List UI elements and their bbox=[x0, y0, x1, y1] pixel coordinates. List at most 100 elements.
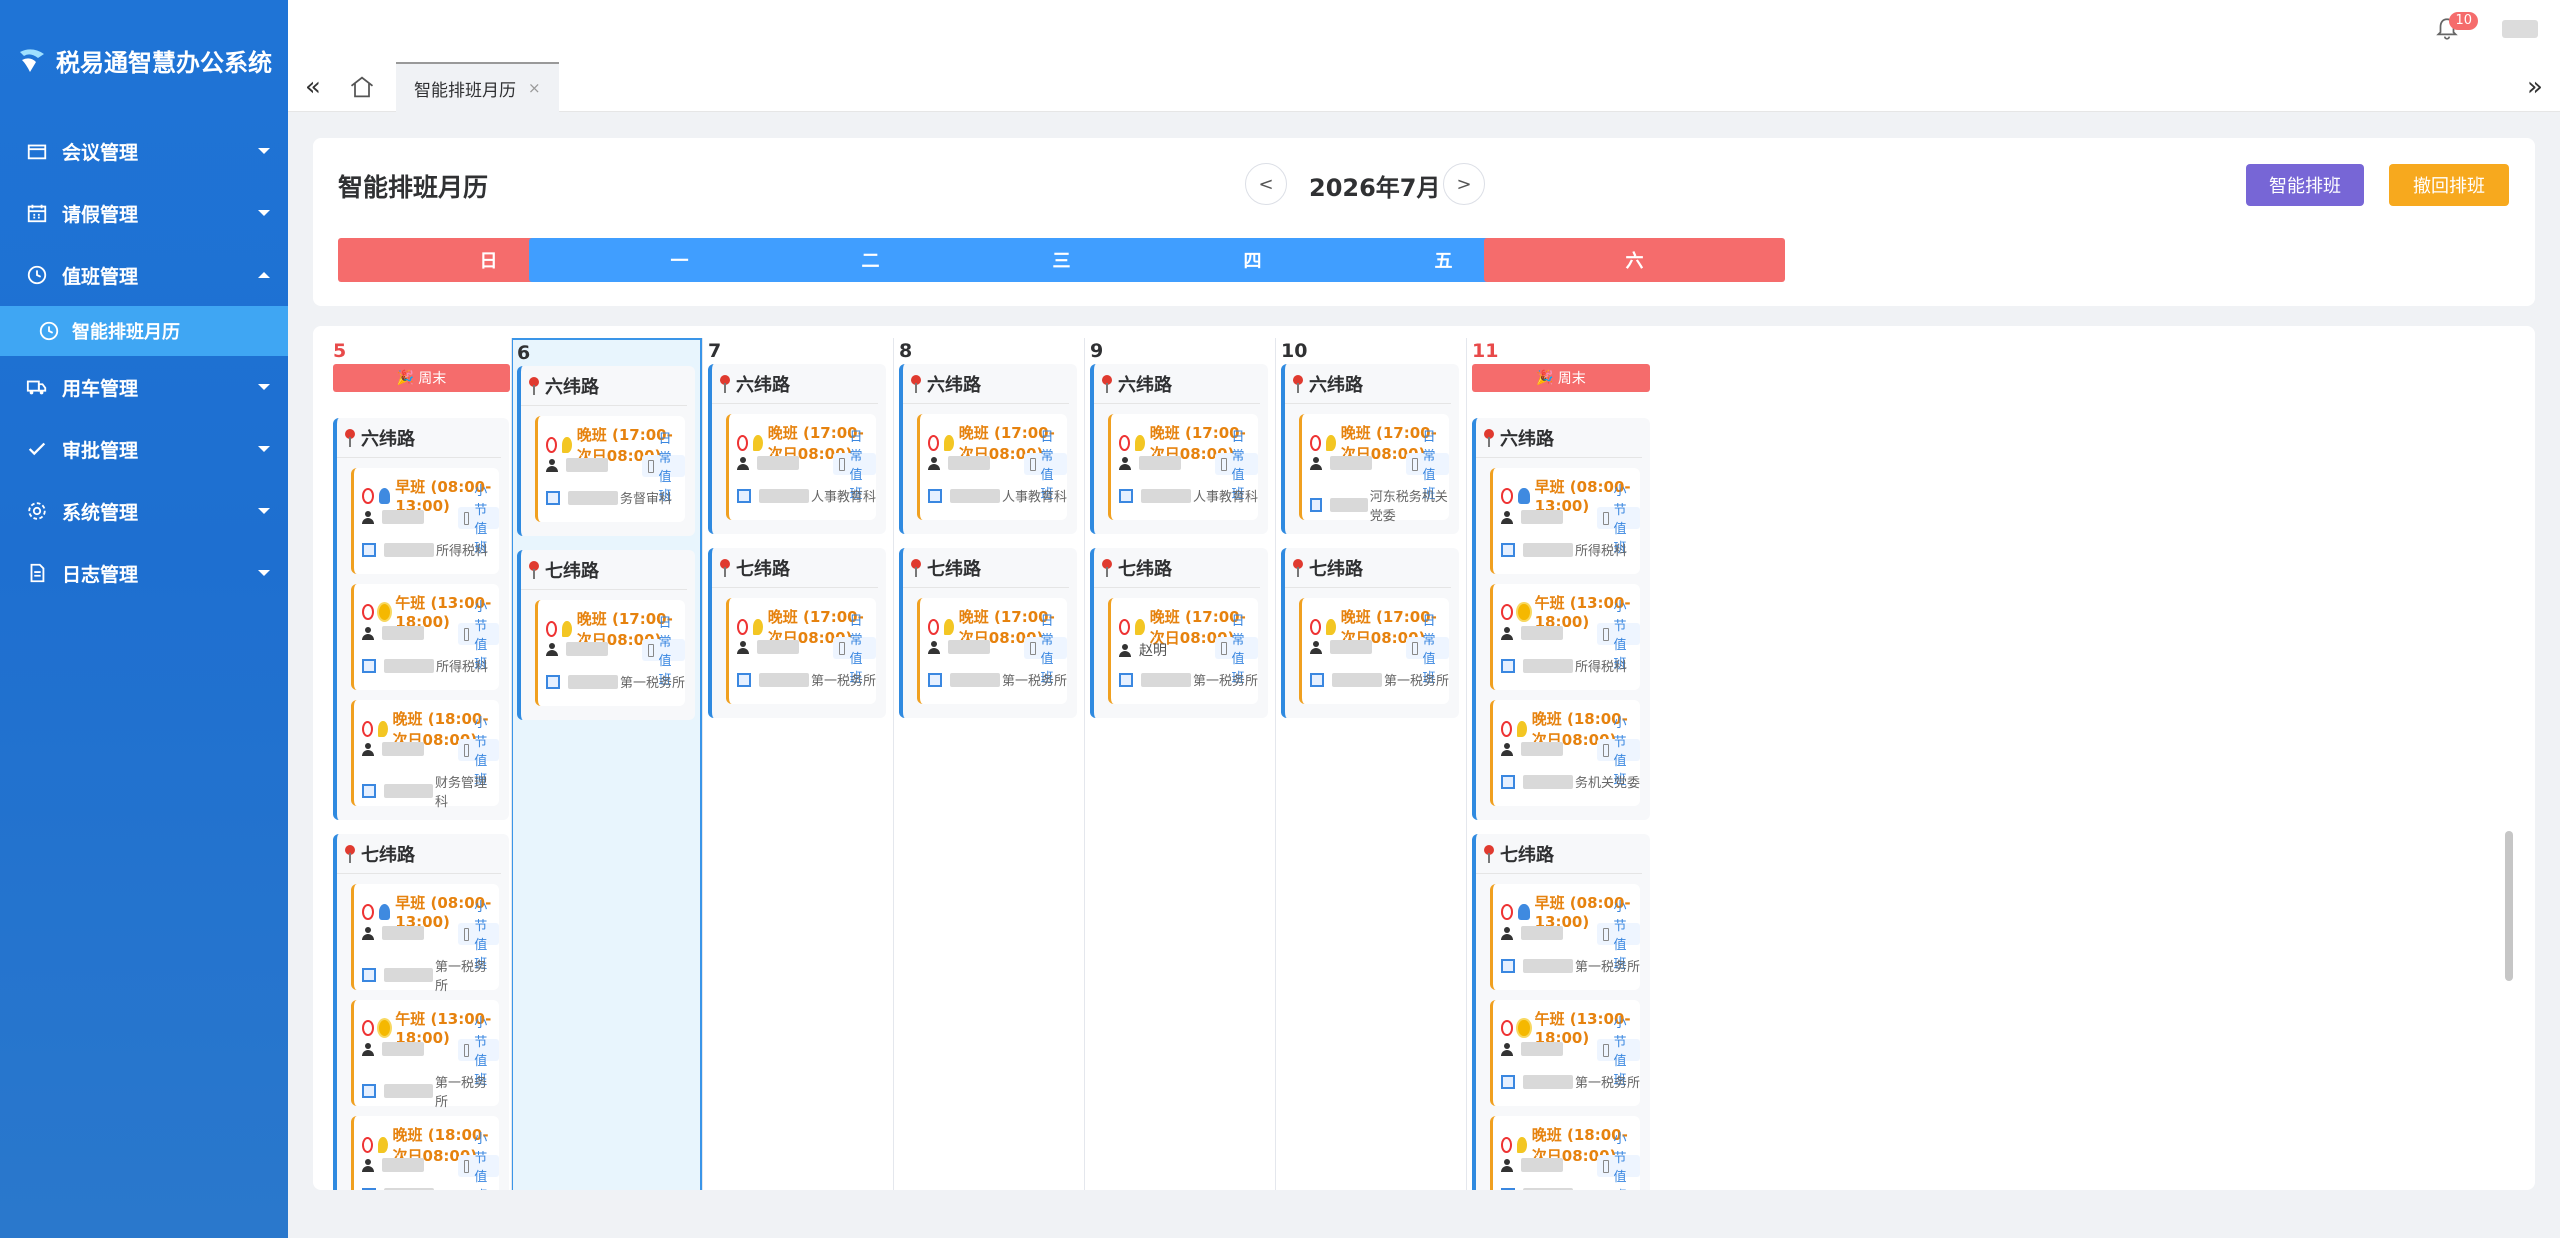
shift-card[interactable]: 晚班 (17:00-次日08:00) 日常值班 第一税务所 bbox=[726, 598, 876, 704]
sidebar-item-1[interactable]: 请假管理 bbox=[0, 182, 288, 244]
sidebar-item-6[interactable]: 日志管理 bbox=[0, 542, 288, 604]
day-cell[interactable]: 6 六纬路 晚班 (17:00-次日08:00) 日常值班 务督审科 七纬路 晚班 (17:… bbox=[511, 338, 702, 1190]
location-group: 六纬路 晚班 (17:00-次日08:00) 日常值班 人事教育科 bbox=[1090, 364, 1268, 534]
shift-card[interactable]: 晚班 (18:00-次日08:00)小节值班 bbox=[1490, 1116, 1640, 1190]
location-group: 七纬路晚班 (17:00-次日08:00) 日常值班 第一税务所 bbox=[899, 548, 1077, 718]
day-cell[interactable]: 11 🎉 周末 六纬路 早班 (08:00-13:00) 小节值班 所得税科 午班 (13:0… bbox=[1466, 338, 1666, 1190]
shift-person bbox=[546, 458, 608, 472]
redacted-text bbox=[1523, 774, 1573, 789]
shift-card[interactable]: 午班 (13:00-18:00) 小节值班 第一税务所 bbox=[1490, 1000, 1640, 1106]
alarm-clock-icon bbox=[928, 619, 940, 635]
sidebar-item-label: 用车管理 bbox=[62, 377, 139, 400]
shift-card[interactable]: 晚班 (18:00-次日08:00)小节值班 bbox=[351, 1116, 500, 1190]
shift-card[interactable]: 早班 (08:00-13:00) 小节值班 所得税科 bbox=[351, 468, 500, 574]
sidebar-item-3[interactable]: 用车管理 bbox=[0, 356, 288, 418]
sun-icon bbox=[379, 603, 391, 620]
collapse-sidebar-icon[interactable]: « bbox=[296, 70, 330, 104]
avatar[interactable] bbox=[2502, 20, 2538, 38]
document-icon bbox=[26, 562, 48, 584]
day-cell[interactable]: 9 六纬路 晚班 (17:00-次日08:00) 日常值班 人事教育科 七纬路 晚班 (17… bbox=[1084, 338, 1275, 1190]
day-cell[interactable]: 10 六纬路 晚班 (17:00-次日08:00) 日常值班 河东税务机关党委 七纬路 晚班… bbox=[1275, 338, 1466, 1190]
location-header: 七纬路 bbox=[337, 834, 501, 874]
shift-card[interactable]: 早班 (08:00-13:00) 小节值班 第一税务所 bbox=[1490, 884, 1640, 990]
shift-card[interactable]: 晚班 (17:00-次日08:00) 日常值班 务督审科 bbox=[535, 416, 685, 522]
person-icon bbox=[1501, 1042, 1513, 1056]
building-icon bbox=[1501, 1074, 1515, 1089]
building-icon bbox=[928, 672, 942, 687]
scrollbar[interactable] bbox=[2505, 831, 2513, 981]
day-cell[interactable]: 8 六纬路 晚班 (17:00-次日08:00) 日常值班 人事教育科 七纬路 晚班 (17… bbox=[893, 338, 1084, 1190]
redacted-text bbox=[384, 1188, 434, 1190]
sidebar-item-2[interactable]: 值班管理 bbox=[0, 244, 288, 306]
undo-schedule-button[interactable]: 撤回排班 bbox=[2389, 164, 2509, 206]
alarm-clock-icon bbox=[362, 1019, 375, 1036]
duty-tag: 日常值班 bbox=[833, 430, 876, 502]
shift-card[interactable]: 晚班 (17:00-次日08:00) 赵明 日常值班 第一税务所 bbox=[1108, 598, 1258, 704]
expand-tabs-icon[interactable]: » bbox=[2518, 70, 2552, 104]
shift-dept: 所得税科 bbox=[362, 540, 488, 559]
sidebar-subitem-smart-schedule[interactable]: 智能排班月历 bbox=[0, 306, 288, 356]
shift-person bbox=[1501, 1158, 1563, 1172]
sidebar-item-5[interactable]: 系统管理 bbox=[0, 480, 288, 542]
sidebar-item-4[interactable]: 审批管理 bbox=[0, 418, 288, 480]
person-icon bbox=[1310, 640, 1322, 654]
shift-card[interactable]: 早班 (08:00-13:00) 小节值班 所得税科 bbox=[1490, 468, 1640, 574]
clock-icon bbox=[26, 264, 48, 286]
duty-tag: 日常值班 bbox=[1024, 430, 1067, 502]
person-icon bbox=[928, 640, 940, 654]
moon-icon bbox=[1517, 721, 1527, 737]
alarm-clock-icon bbox=[362, 721, 374, 737]
shift-dept: 所得税科 bbox=[1501, 540, 1627, 559]
location-name: 七纬路 bbox=[545, 560, 599, 582]
shift-card[interactable]: 午班 (13:00-18:00) 小节值班 所得税科 bbox=[351, 584, 500, 690]
building-icon bbox=[1501, 774, 1515, 789]
shift-card[interactable]: 晚班 (17:00-次日08:00) 日常值班 河东税务机关党委 bbox=[1299, 414, 1449, 524]
redacted-text bbox=[1141, 488, 1191, 503]
location-pin-icon bbox=[529, 376, 539, 395]
alarm-clock-icon bbox=[1119, 619, 1131, 635]
smart-schedule-button[interactable]: 智能排班 bbox=[2246, 164, 2364, 206]
app-logo[interactable]: 税易通智慧办公系统 bbox=[0, 0, 288, 120]
redacted-text bbox=[950, 488, 1000, 503]
next-month-button[interactable]: > bbox=[1443, 163, 1485, 205]
home-icon[interactable] bbox=[348, 73, 376, 101]
prev-month-button[interactable]: < bbox=[1245, 163, 1287, 205]
shift-card[interactable]: 晚班 (18:00-次日08:00) 小节值班 财务管理科 bbox=[351, 700, 500, 810]
location-header: 六纬路 bbox=[521, 366, 687, 406]
location-group: 七纬路 晚班 (17:00-次日08:00) 赵明 日常值班 第一税务所 bbox=[1090, 548, 1268, 718]
building-icon bbox=[362, 1188, 376, 1190]
shift-card[interactable]: 晚班 (17:00-次日08:00) 日常值班 人事教育科 bbox=[917, 414, 1067, 520]
redacted-name bbox=[1330, 456, 1372, 470]
shift-person bbox=[362, 510, 424, 524]
shift-card[interactable]: 晚班 (17:00-次日08:00) 日常值班 第一税务所 bbox=[917, 598, 1067, 704]
location-header: 七纬路 bbox=[903, 548, 1069, 588]
close-icon[interactable]: × bbox=[528, 79, 541, 97]
sidebar-item-0[interactable]: 会议管理 bbox=[0, 120, 288, 182]
shift-card[interactable]: 晚班 (17:00-次日08:00) 日常值班 人事教育科 bbox=[1108, 414, 1258, 520]
clock-icon bbox=[38, 320, 60, 342]
redacted-text bbox=[1523, 958, 1573, 973]
chevron-icon bbox=[258, 446, 270, 452]
tab-smart-schedule[interactable]: 智能排班月历 × bbox=[396, 62, 559, 112]
tabs-bar: « 智能排班月历 × » bbox=[288, 62, 2560, 112]
shift-card[interactable]: 晚班 (17:00-次日08:00) 日常值班 第一税务所 bbox=[535, 600, 685, 706]
redacted-text bbox=[759, 672, 809, 687]
location-name: 七纬路 bbox=[1309, 558, 1363, 580]
shift-card[interactable]: 早班 (08:00-13:00) 小节值班 第一税务所 bbox=[351, 884, 500, 994]
location-name: 六纬路 bbox=[736, 374, 790, 396]
moon-icon bbox=[944, 619, 954, 635]
location-name: 七纬路 bbox=[1500, 844, 1554, 866]
building-icon bbox=[1501, 658, 1515, 673]
shift-card[interactable]: 晚班 (17:00-次日08:00) 日常值班 第一税务所 bbox=[1299, 598, 1449, 704]
building-icon bbox=[1119, 488, 1133, 503]
day-cell[interactable]: 5 🎉 周末 六纬路 早班 (08:00-13:00) 小节值班 所得税科 午班 (13:00… bbox=[313, 338, 511, 1190]
shift-card[interactable]: 晚班 (18:00-次日08:00) 小节值班 务机关党委 bbox=[1490, 700, 1640, 806]
shift-card[interactable]: 午班 (13:00-18:00) 小节值班 所得税科 bbox=[1490, 584, 1640, 690]
shift-card[interactable]: 午班 (13:00-18:00) 小节值班 第一税务所 bbox=[351, 1000, 500, 1110]
day-cell[interactable]: 7 六纬路 晚班 (17:00-次日08:00) 日常值班 人事教育科 七纬路 晚班 (17… bbox=[702, 338, 893, 1190]
shift-card[interactable]: 晚班 (17:00-次日08:00) 日常值班 人事教育科 bbox=[726, 414, 876, 520]
location-name: 六纬路 bbox=[545, 376, 599, 398]
moon-icon bbox=[1326, 619, 1336, 635]
location-pin-icon bbox=[911, 558, 921, 577]
calendar-icon bbox=[26, 140, 48, 162]
